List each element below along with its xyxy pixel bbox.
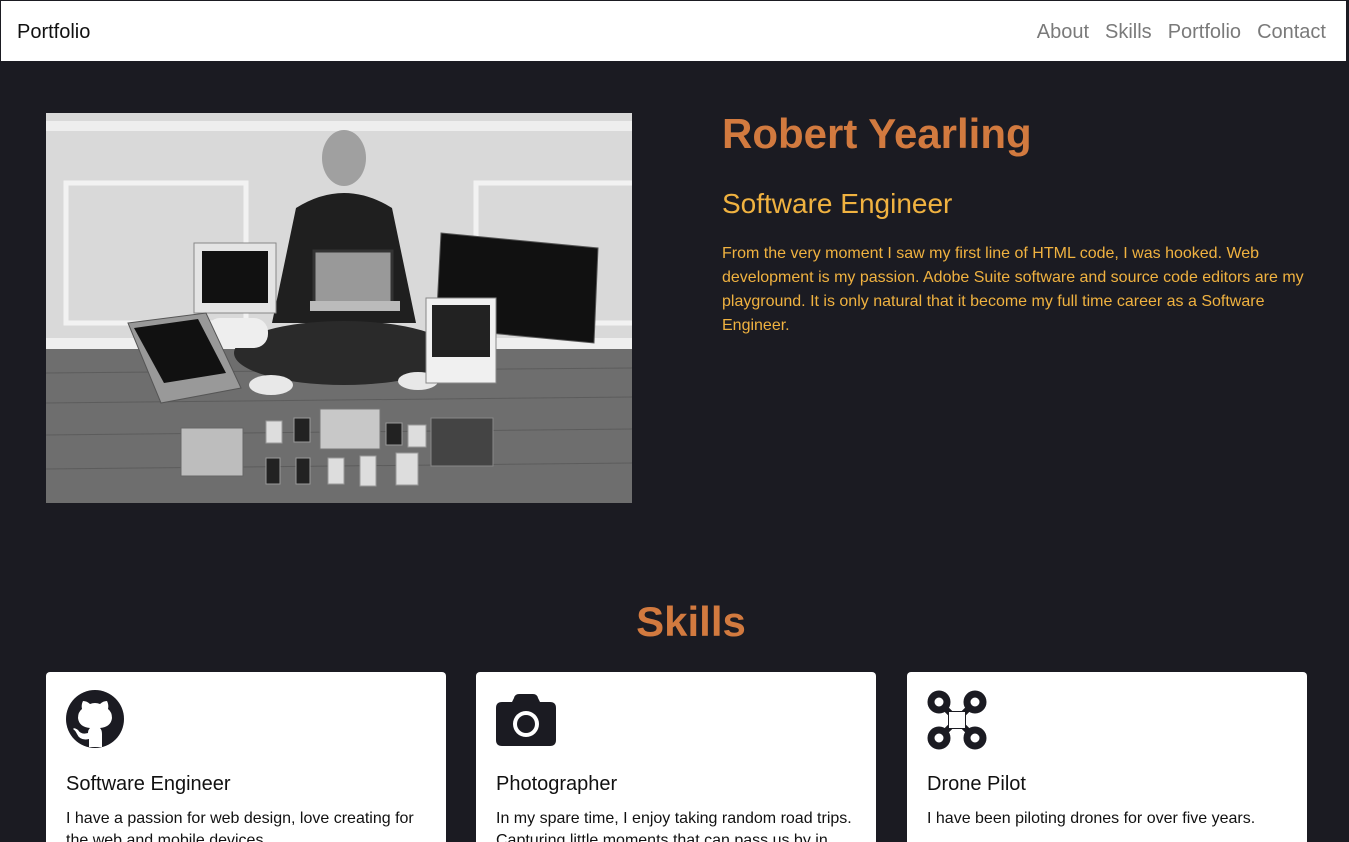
- skill-card-title: Photographer: [496, 773, 618, 795]
- skill-card-text: I have a passion for web design, love cr…: [66, 810, 414, 842]
- camera-icon: [496, 694, 556, 746]
- brand-link[interactable]: Portfolio: [17, 21, 90, 43]
- skill-card-title: Drone Pilot: [927, 773, 1026, 795]
- drone-icon: [927, 690, 987, 750]
- hero-title: Software Engineer: [722, 188, 953, 219]
- hero-bio: From the very moment I saw my first line…: [722, 245, 1304, 334]
- skill-card-drone-pilot: Drone Pilot I have been piloting drones …: [907, 672, 1307, 842]
- nav-link-contact[interactable]: Contact: [1257, 21, 1326, 43]
- skill-card-title: Software Engineer: [66, 773, 231, 795]
- hero-text: Robert Yearling Software Engineer From t…: [722, 110, 1312, 338]
- skills-heading: Skills: [636, 598, 746, 645]
- github-icon: [66, 690, 124, 748]
- skill-card-software-engineer: Software Engineer I have a passion for w…: [46, 672, 446, 842]
- skill-card-text: In my spare time, I enjoy taking random …: [496, 810, 852, 842]
- navbar: Portfolio About Skills Portfolio Contact: [0, 0, 1347, 62]
- nav-link-portfolio[interactable]: Portfolio: [1168, 21, 1241, 43]
- skill-card-text: I have been piloting drones for over fiv…: [927, 810, 1256, 827]
- nav-link-skills[interactable]: Skills: [1105, 21, 1152, 43]
- skill-card-photographer: Photographer In my spare time, I enjoy t…: [476, 672, 876, 842]
- hero-name: Robert Yearling: [722, 110, 1032, 157]
- profile-photo-graphic: [46, 113, 632, 503]
- profile-photo: [46, 113, 632, 503]
- nav-link-about[interactable]: About: [1037, 21, 1089, 43]
- nav-links: About Skills Portfolio Contact: [1037, 21, 1326, 43]
